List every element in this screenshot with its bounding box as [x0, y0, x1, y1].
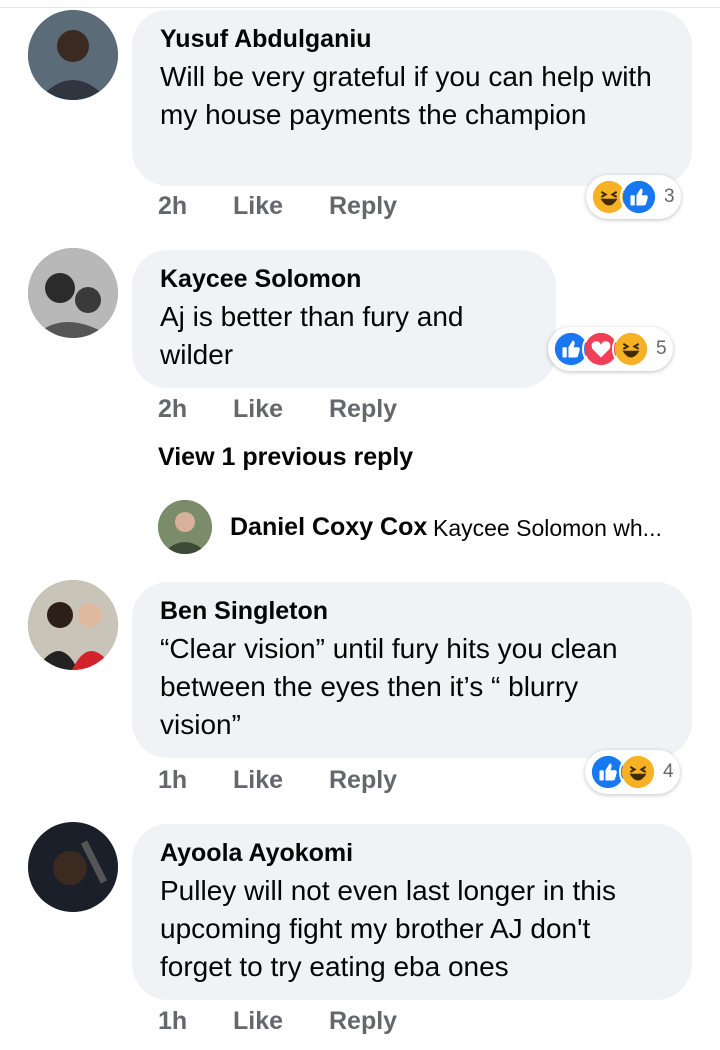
like-button[interactable]: Like [233, 192, 283, 221]
comment-text: Will be very grateful if you can help wi… [160, 61, 652, 130]
avatar[interactable] [158, 500, 212, 554]
reaction-count: 3 [664, 186, 675, 207]
comment-bubble: Ayoola Ayokomi Pulley will not even last… [132, 824, 692, 1000]
like-button[interactable]: Like [233, 395, 283, 424]
comment-time[interactable]: 2h [158, 395, 187, 424]
comment-bubble: Kaycee Solomon Aj is better than fury an… [132, 250, 556, 388]
reply-preview[interactable]: Daniel Coxy Cox Kaycee Solomon wh... [158, 500, 698, 556]
reply-button[interactable]: Reply [329, 192, 397, 221]
comment-bubble: Yusuf Abdulganiu Will be very grateful i… [132, 10, 692, 186]
reply-author[interactable]: Daniel Coxy Cox [230, 513, 427, 542]
avatar[interactable] [28, 10, 118, 100]
haha-icon [619, 753, 657, 791]
reaction-count: 5 [656, 338, 667, 359]
reaction-count: 4 [663, 761, 674, 782]
comment-author[interactable]: Kaycee Solomon [160, 264, 530, 294]
comment-time[interactable]: 1h [158, 1007, 187, 1036]
like-button[interactable]: Like [233, 1007, 283, 1036]
avatar[interactable] [28, 248, 118, 338]
comment-text: “Clear vision” until fury hits you clean… [160, 633, 618, 740]
view-previous-replies-link[interactable]: View 1 previous reply [158, 443, 413, 472]
comment-author[interactable]: Yusuf Abdulganiu [160, 24, 666, 54]
comment-time[interactable]: 2h [158, 192, 187, 221]
reply-button[interactable]: Reply [329, 766, 397, 795]
comment-text: Aj is better than fury and wilder [160, 301, 464, 370]
avatar[interactable] [28, 822, 118, 912]
comment-author[interactable]: Ben Singleton [160, 596, 666, 626]
like-button[interactable]: Like [233, 766, 283, 795]
reaction-summary[interactable]: 4 [585, 750, 680, 794]
comment-time[interactable]: 1h [158, 766, 187, 795]
comment-author[interactable]: Ayoola Ayokomi [160, 838, 666, 868]
haha-icon [612, 330, 650, 368]
comment-text: Pulley will not even last longer in this… [160, 875, 617, 982]
reaction-summary[interactable]: 5 [548, 327, 673, 371]
comment-bubble: Ben Singleton “Clear vision” until fury … [132, 582, 692, 758]
avatar[interactable] [28, 580, 118, 670]
top-divider [0, 0, 720, 8]
like-icon [620, 178, 658, 216]
reaction-summary[interactable]: 3 [586, 175, 681, 219]
reply-button[interactable]: Reply [329, 395, 397, 424]
reply-snippet: Kaycee Solomon wh... [433, 515, 662, 541]
reply-button[interactable]: Reply [329, 1007, 397, 1036]
